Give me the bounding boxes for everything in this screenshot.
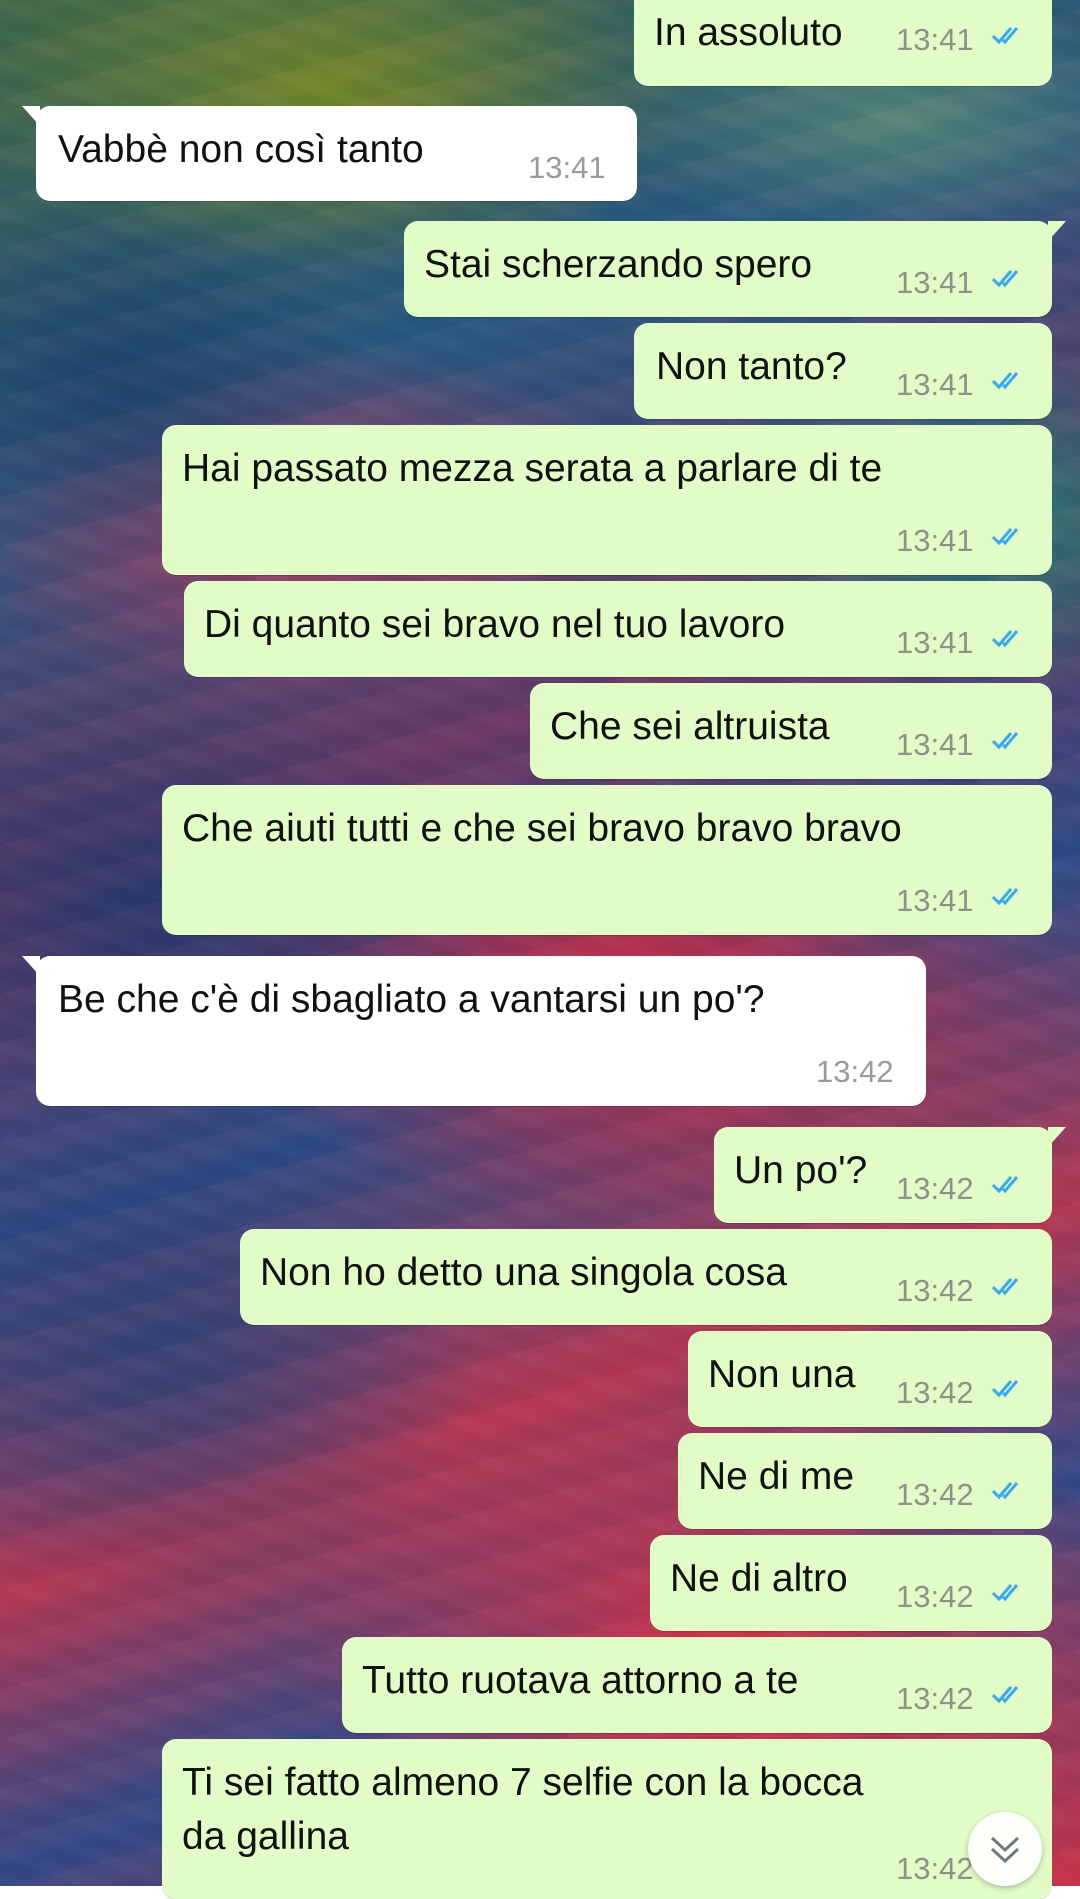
double-check-icon bbox=[992, 1278, 1019, 1296]
message-bubble-sent[interactable]: Stai scherzando spero 13:41 bbox=[404, 221, 1066, 317]
double-check-icon bbox=[992, 1380, 1019, 1398]
message-bubble-sent[interactable]: Che sei altruista 13:41 bbox=[530, 683, 1052, 779]
scroll-to-bottom-button[interactable] bbox=[968, 1812, 1042, 1886]
message-text: Un po'? bbox=[734, 1149, 868, 1192]
message-time: 13:41 bbox=[896, 367, 974, 402]
message-time: 13:41 bbox=[896, 265, 974, 300]
message-bubble-sent[interactable]: Ti sei fatto almeno 7 selfie con la bocc… bbox=[162, 1739, 1052, 1899]
message-bubble-sent[interactable]: Di quanto sei bravo nel tuo lavoro 13:41 bbox=[184, 581, 1052, 677]
message-bubble-sent[interactable]: Non ho detto una singola cosa 13:42 bbox=[240, 1229, 1052, 1325]
message-text: Che sei altruista bbox=[550, 705, 830, 748]
double-check-icon bbox=[992, 888, 1019, 906]
message-time: 13:41 bbox=[896, 727, 974, 762]
message-time: 13:41 bbox=[896, 22, 974, 57]
message-time: 13:42 bbox=[896, 1171, 974, 1206]
message-text: Ne di me bbox=[698, 1455, 855, 1498]
message-text: Ne di altro bbox=[670, 1557, 848, 1600]
message-time: 13:42 bbox=[896, 1375, 974, 1410]
message-bubble-received[interactable]: Vabbè non così tanto 13:41 bbox=[22, 106, 637, 201]
message-text-line-1: Ti sei fatto almeno 7 selfie con la bocc… bbox=[182, 1761, 864, 1804]
message-text: Che aiuti tutti e che sei bravo bravo br… bbox=[182, 807, 902, 850]
message-time: 13:42 bbox=[896, 1579, 974, 1614]
double-check-icon bbox=[992, 528, 1019, 546]
double-check-icon bbox=[992, 372, 1019, 390]
double-check-icon bbox=[992, 1482, 1019, 1500]
message-bubble-sent[interactable]: In assoluto 13:41 bbox=[634, 0, 1052, 86]
message-text: Non tanto? bbox=[656, 345, 847, 388]
message-bubble-sent[interactable]: Tutto ruotava attorno a te 13:42 bbox=[342, 1637, 1052, 1733]
double-check-icon bbox=[992, 732, 1019, 750]
message-time: 13:41 bbox=[896, 625, 974, 660]
message-time: 13:42 bbox=[896, 1851, 974, 1886]
message-bubble-sent[interactable]: Hai passato mezza serata a parlare di te… bbox=[162, 425, 1052, 575]
message-time: 13:42 bbox=[896, 1273, 974, 1308]
double-check-icon bbox=[992, 630, 1019, 648]
message-time: 13:41 bbox=[528, 150, 606, 185]
message-bubble-sent[interactable]: Ne di altro 13:42 bbox=[650, 1535, 1052, 1631]
double-check-icon bbox=[992, 27, 1019, 45]
message-bubble-sent[interactable]: Non tanto? 13:41 bbox=[634, 323, 1052, 419]
message-bubble-received[interactable]: Be che c'è di sbagliato a vantarsi un po… bbox=[22, 956, 926, 1106]
message-bubble-sent[interactable]: Che aiuti tutti e che sei bravo bravo br… bbox=[162, 785, 1052, 935]
message-text: Be che c'è di sbagliato a vantarsi un po… bbox=[58, 978, 765, 1021]
message-text: Non ho detto una singola cosa bbox=[260, 1251, 787, 1294]
message-time: 13:41 bbox=[896, 883, 974, 918]
message-bubble-sent[interactable]: Un po'? 13:42 bbox=[714, 1127, 1066, 1223]
message-text: Non una bbox=[708, 1353, 856, 1396]
double-check-icon bbox=[992, 1686, 1019, 1704]
double-check-icon bbox=[992, 270, 1019, 288]
message-time: 13:42 bbox=[816, 1054, 894, 1089]
message-bubble-sent[interactable]: Ne di me 13:42 bbox=[678, 1433, 1052, 1529]
message-text: Vabbè non così tanto bbox=[58, 128, 424, 171]
chevron-double-down-icon bbox=[990, 1836, 1020, 1864]
message-time: 13:42 bbox=[896, 1681, 974, 1716]
message-bubble-sent[interactable]: Non una 13:42 bbox=[688, 1331, 1052, 1427]
message-time: 13:42 bbox=[896, 1477, 974, 1512]
message-text-line-2: da gallina bbox=[182, 1815, 349, 1858]
message-time: 13:41 bbox=[896, 523, 974, 558]
double-check-icon bbox=[992, 1176, 1019, 1194]
message-text: Stai scherzando spero bbox=[424, 243, 813, 286]
message-text: Hai passato mezza serata a parlare di te bbox=[182, 447, 883, 490]
double-check-icon bbox=[992, 1584, 1019, 1602]
message-text: Tutto ruotava attorno a te bbox=[362, 1659, 799, 1702]
message-text: In assoluto bbox=[654, 11, 843, 54]
message-text: Di quanto sei bravo nel tuo lavoro bbox=[204, 603, 786, 646]
